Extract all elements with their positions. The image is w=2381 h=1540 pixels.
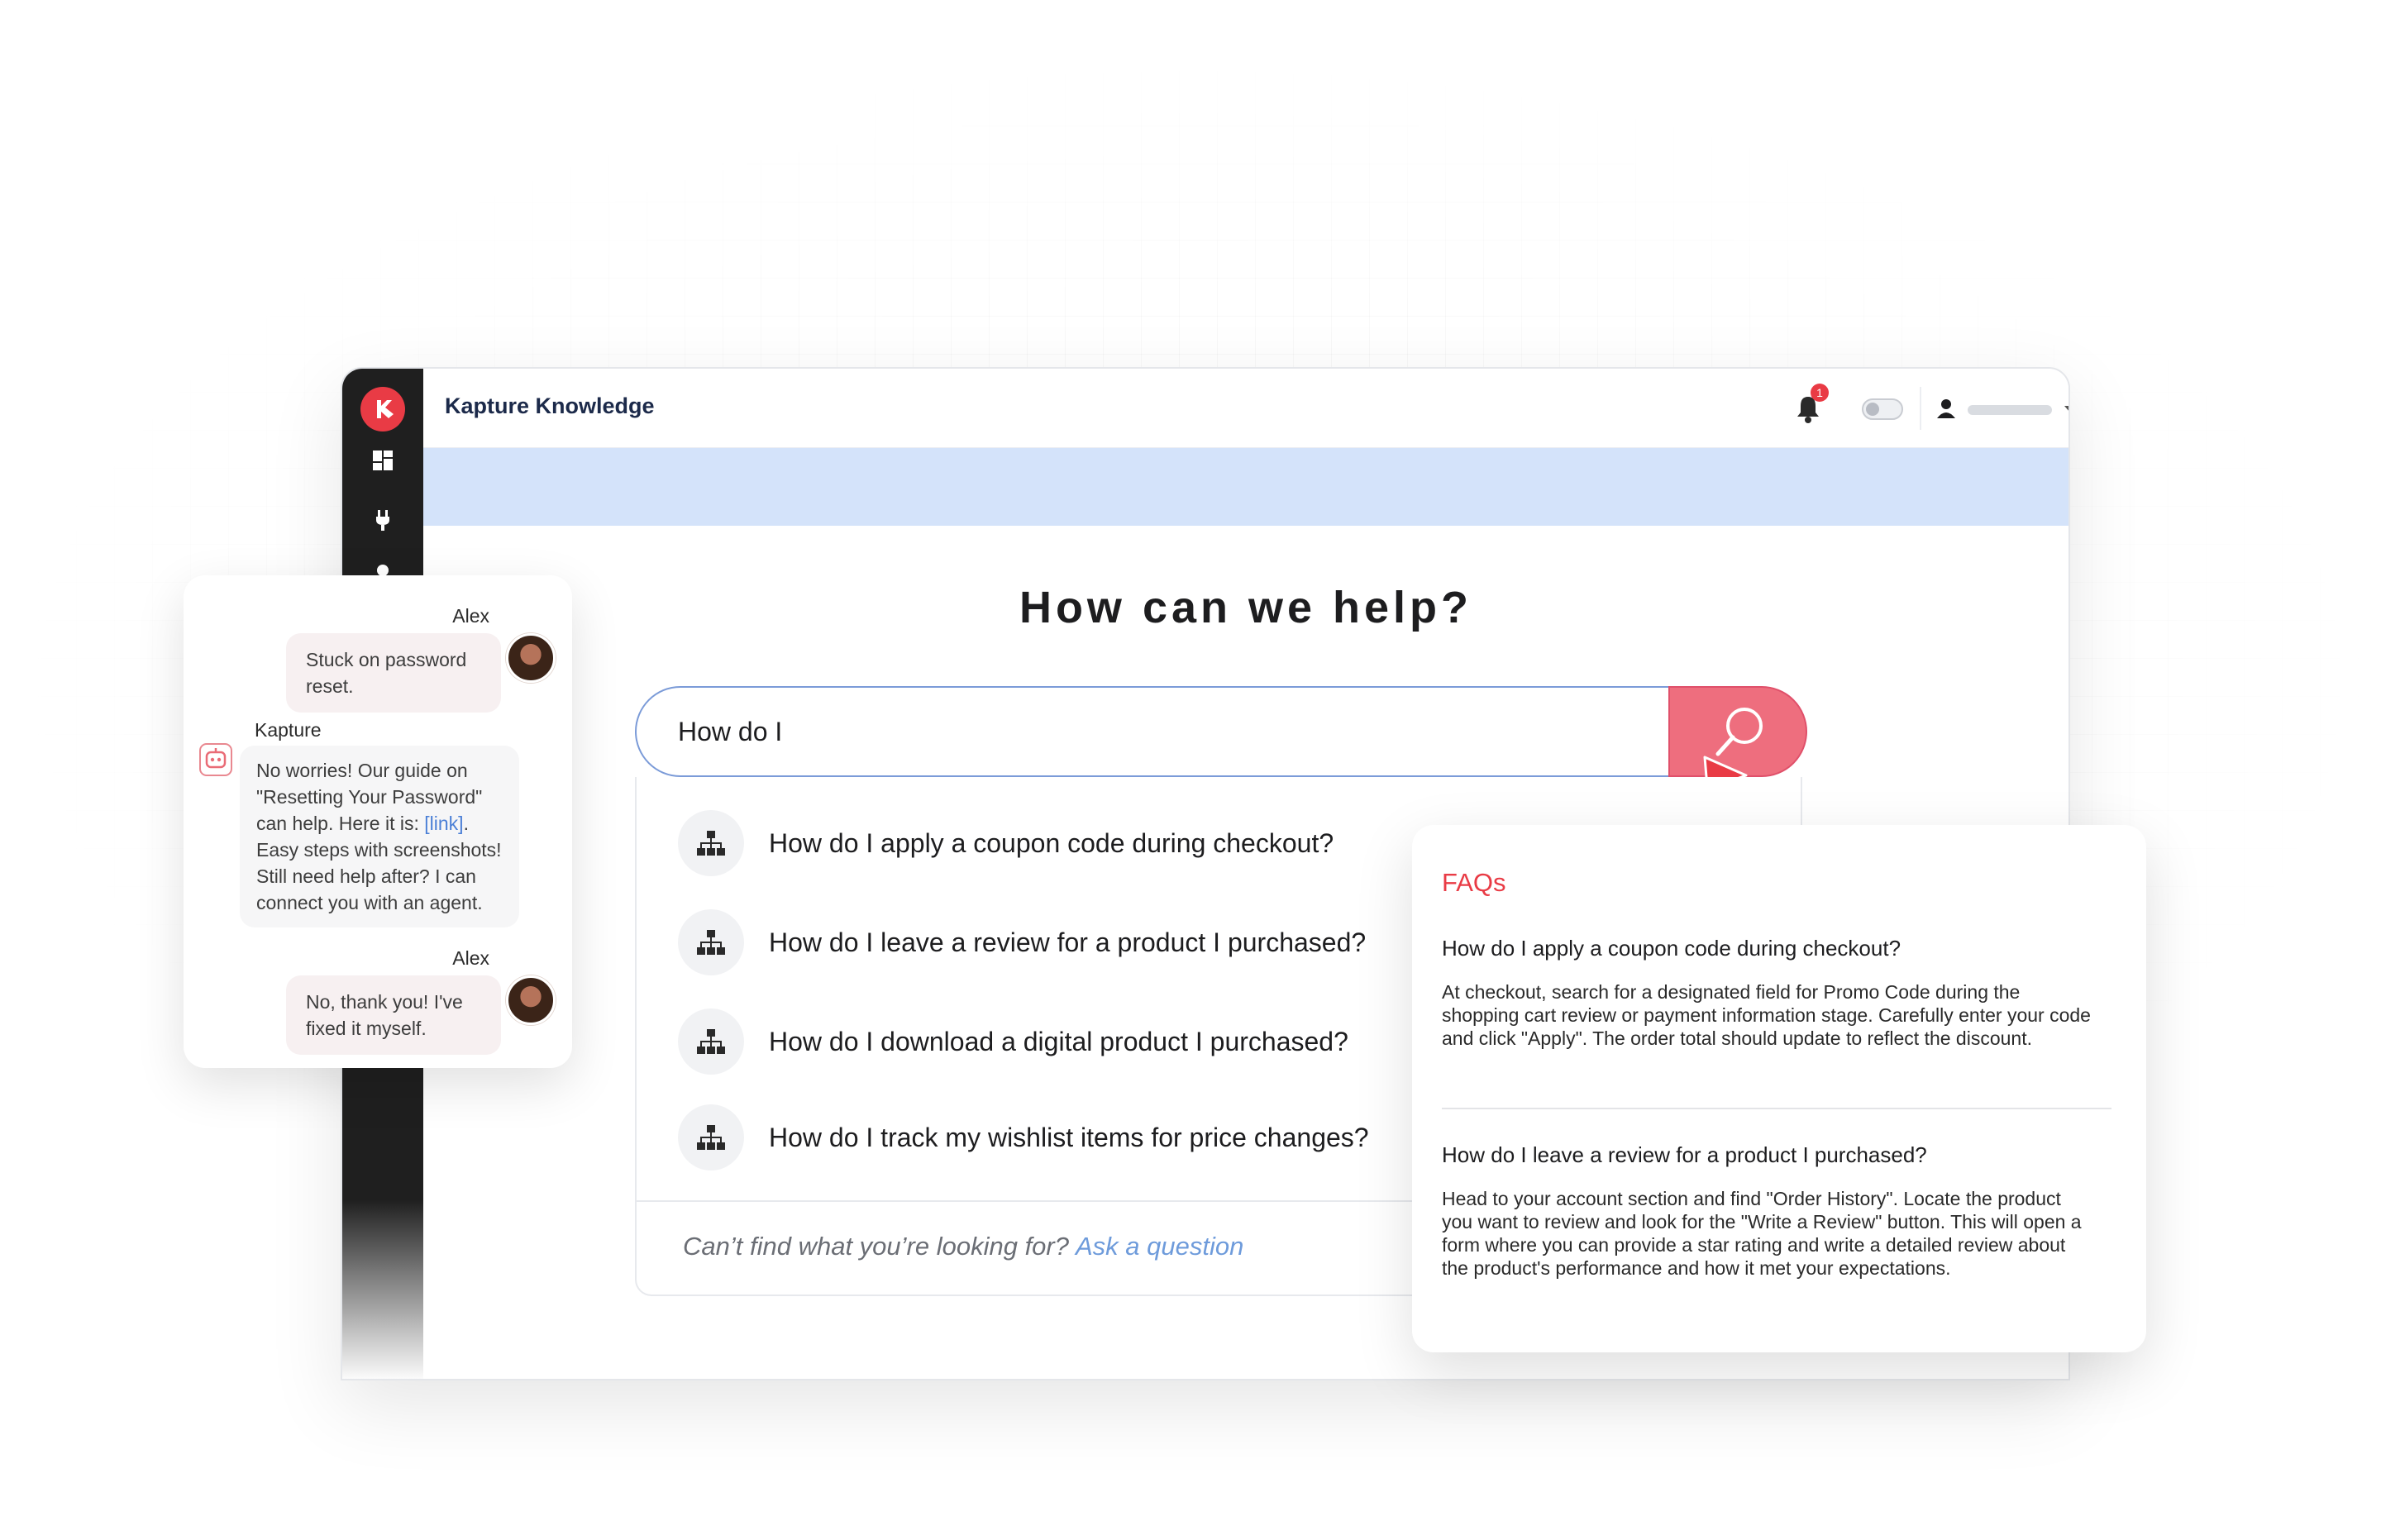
page-title: How can we help? (1019, 583, 1473, 632)
sitemap-icon (678, 810, 744, 876)
suggestion-text: How do I apply a coupon code during chec… (769, 827, 1334, 858)
guide-link[interactable]: [link] (424, 813, 463, 834)
kapture-logo[interactable] (360, 387, 405, 431)
suggestion-text: How do I leave a review for a product I … (769, 927, 1367, 957)
avatar (506, 633, 556, 683)
suggestion-item[interactable]: How do I download a digital product I pu… (678, 1008, 1348, 1075)
avatar (506, 975, 556, 1025)
faq-heading: FAQs (1442, 868, 1506, 897)
suggestion-text: How do I download a digital product I pu… (769, 1026, 1348, 1056)
sitemap-icon (678, 1104, 744, 1170)
dashboard-icon[interactable] (370, 448, 395, 473)
faq-question[interactable]: How do I leave a review for a product I … (1442, 1142, 1927, 1168)
faq-answer: At checkout, search for a designated fie… (1442, 981, 2091, 1049)
plug-icon[interactable] (370, 508, 395, 532)
user-message: No, thank you! I've fixed it myself. (286, 975, 501, 1055)
chat-sender-name: Alex (452, 947, 489, 969)
user-name-placeholder[interactable] (1968, 405, 2052, 415)
chevron-down-icon[interactable] (2064, 403, 2068, 413)
search-bar (635, 686, 1807, 807)
chat-sender-name: Alex (452, 605, 489, 627)
suggestion-item[interactable]: How do I leave a review for a product I … (678, 909, 1366, 975)
chat-widget: Alex Stuck on password reset. Kapture No… (184, 575, 572, 1068)
bot-message: No worries! Our guide on "Resetting Your… (240, 746, 519, 927)
no-results-text: Can’t find what you’re looking for? (683, 1232, 1069, 1261)
top-bar: Kapture Knowledge 1 (423, 369, 2068, 448)
search-input[interactable] (635, 686, 1734, 777)
chat-sender-name: Kapture (255, 719, 322, 741)
ask-question-link[interactable]: Ask a question (1076, 1232, 1243, 1261)
faq-question[interactable]: How do I apply a coupon code during chec… (1442, 936, 1901, 961)
notification-badge: 1 (1811, 384, 1829, 402)
suggestion-item[interactable]: How do I track my wishlist items for pri… (678, 1104, 1369, 1170)
header-banner (423, 448, 2068, 526)
divider (1920, 387, 1921, 430)
no-results-prompt: Can’t find what you’re looking for? Ask a… (683, 1232, 1243, 1261)
faq-answer: Head to your account section and find "O… (1442, 1188, 2082, 1279)
app-title: Kapture Knowledge (445, 393, 655, 418)
faq-panel: FAQs How do I apply a coupon code during… (1412, 825, 2146, 1352)
status-toggle[interactable] (1862, 398, 1903, 420)
suggestion-text: How do I track my wishlist items for pri… (769, 1122, 1369, 1152)
user-icon[interactable] (1935, 397, 1958, 420)
divider (1442, 1108, 2111, 1109)
user-message: Stuck on password reset. (286, 633, 501, 713)
bot-icon (198, 742, 233, 777)
suggestion-item[interactable]: How do I apply a coupon code during chec… (678, 810, 1334, 876)
sitemap-icon (678, 909, 744, 975)
sitemap-icon (678, 1008, 744, 1075)
